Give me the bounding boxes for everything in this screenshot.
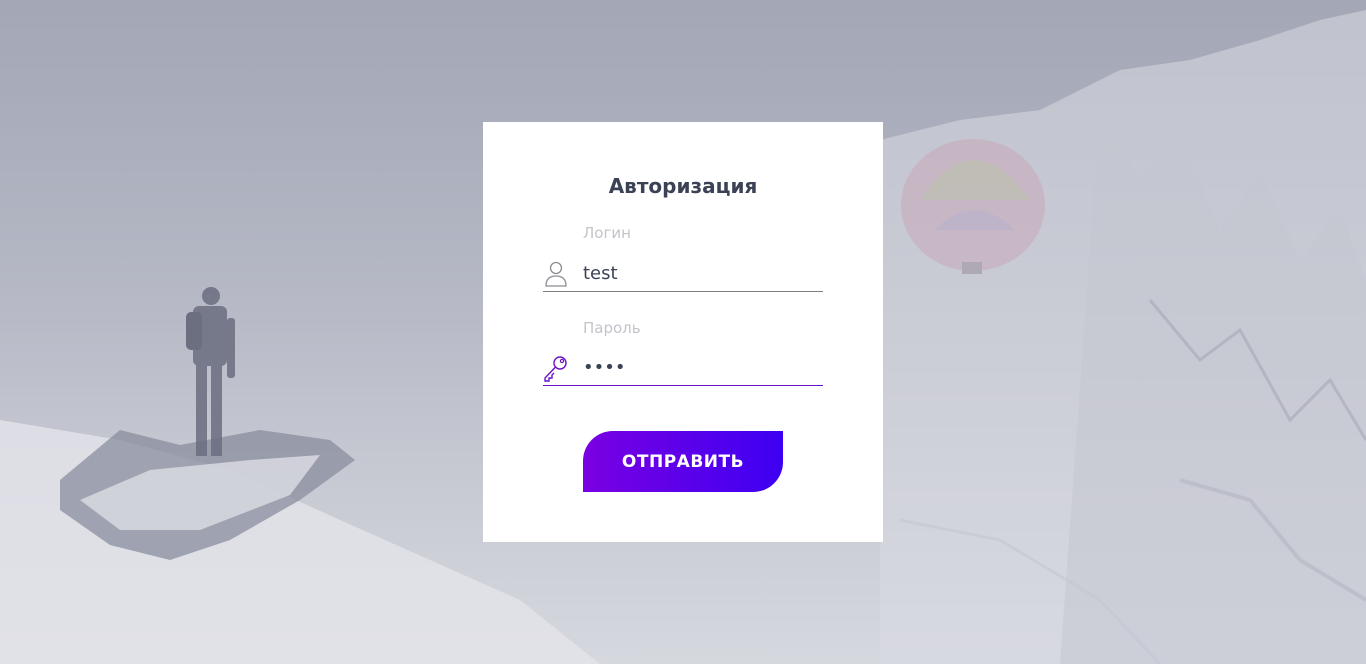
form-title: Авторизация xyxy=(608,174,758,198)
password-field xyxy=(543,350,823,386)
login-input[interactable] xyxy=(583,256,821,290)
hiker-figure xyxy=(186,287,235,456)
login-label: Логин xyxy=(583,224,631,242)
user-icon xyxy=(543,260,569,288)
key-icon xyxy=(543,354,569,382)
login-underline xyxy=(543,291,823,292)
password-label: Пароль xyxy=(583,319,641,337)
password-input[interactable] xyxy=(583,350,821,384)
submit-button[interactable]: ОТПРАВИТЬ xyxy=(583,431,783,492)
password-underline xyxy=(543,385,823,386)
login-field xyxy=(543,256,823,292)
login-card: Авторизация Логин Пароль ОТПРАВИТЬ xyxy=(483,122,883,542)
